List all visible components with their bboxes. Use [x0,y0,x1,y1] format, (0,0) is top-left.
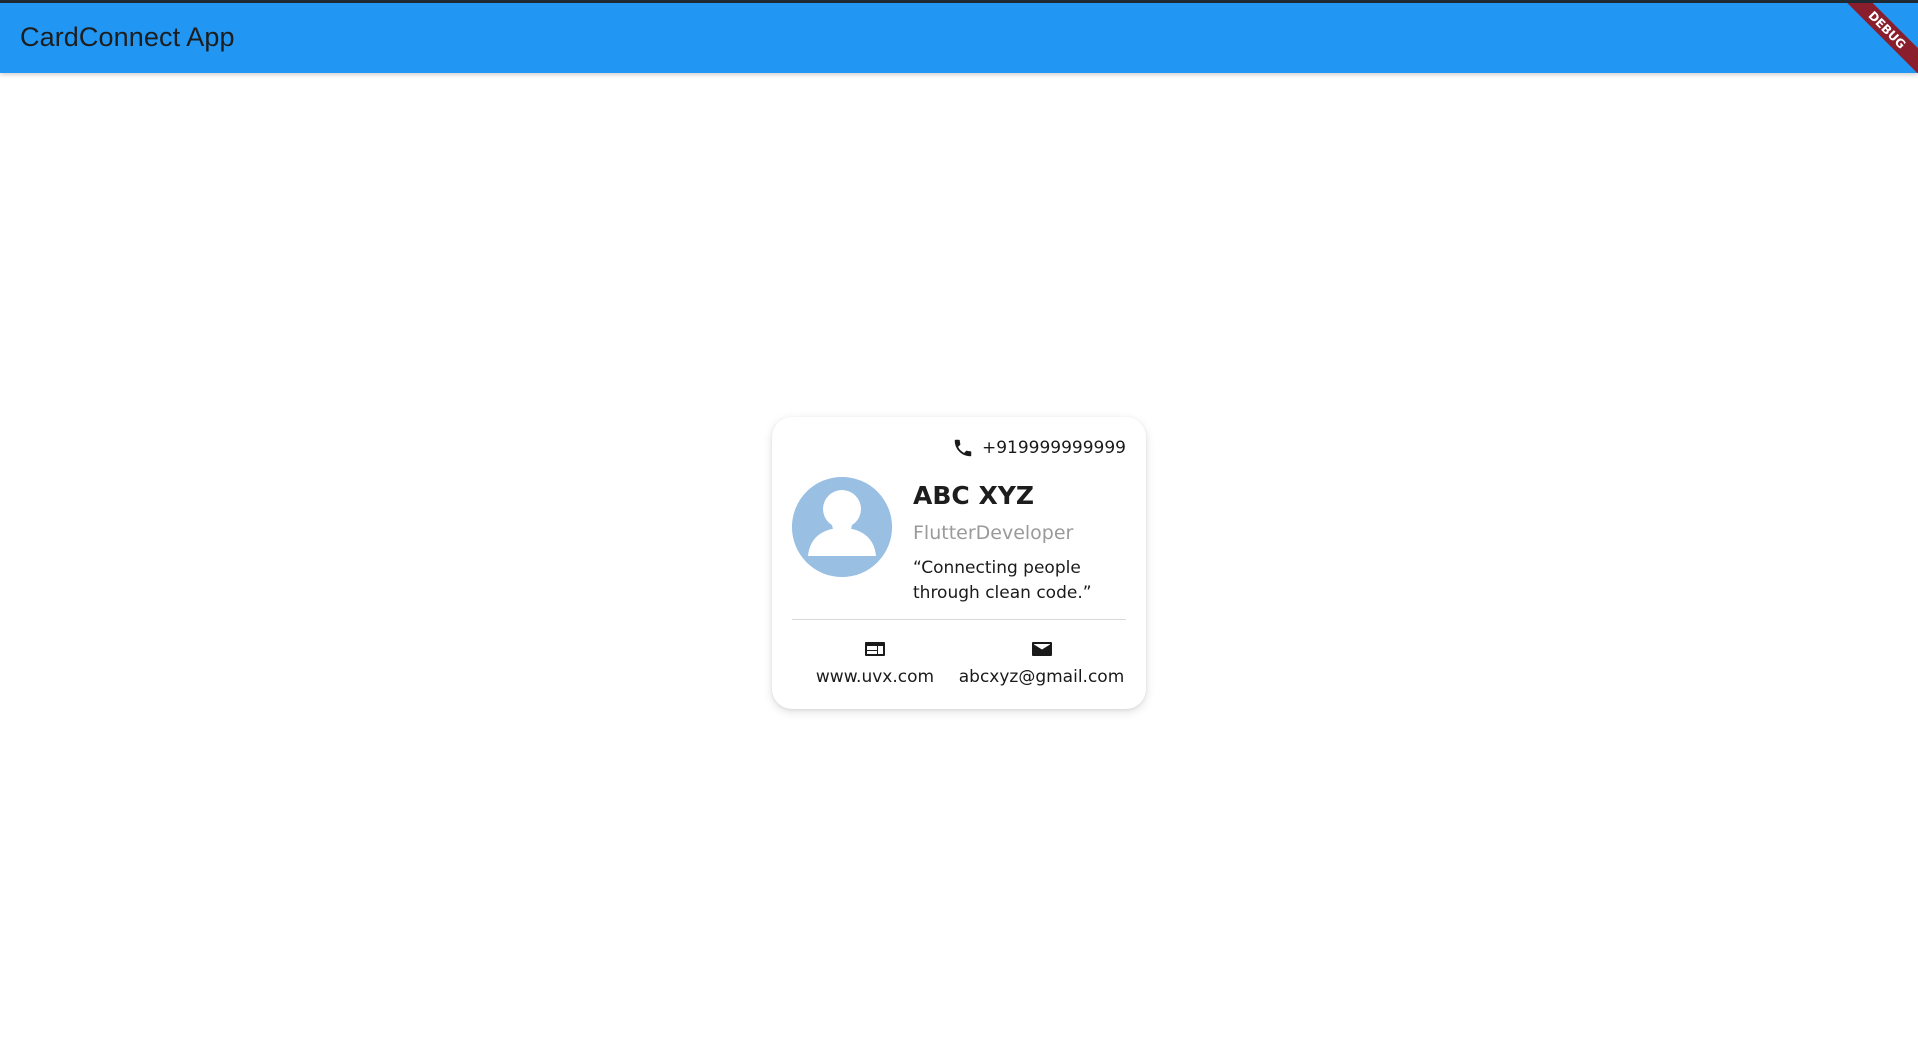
web-icon [865,642,885,656]
app-title: CardConnect App [20,22,235,52]
profile-role: FlutterDeveloper [913,522,1074,544]
avatar [792,477,892,577]
profile-name: ABC XYZ [913,481,1034,510]
profile-quote: “Connecting people through clean code.” [913,558,1092,603]
app-bar: CardConnect App DEBUG [0,3,1918,73]
email-link[interactable]: abcxyz@gmail.com [959,637,1124,687]
debug-banner: DEBUG [1818,3,1918,73]
phone-row[interactable]: +919999999999 [952,437,1126,459]
mail-icon [1031,642,1052,656]
card-divider [792,619,1126,620]
contact-card: +919999999999 ABC XYZ FlutterDeveloper “… [772,417,1146,709]
phone-number: +919999999999 [981,438,1126,458]
debug-ribbon-label: DEBUG [1834,3,1918,73]
person-avatar-icon [792,477,892,577]
email-text: abcxyz@gmail.com [958,667,1125,687]
website-text: www.uvx.com [815,667,935,687]
phone-icon [954,439,972,457]
website-link[interactable]: www.uvx.com [807,637,943,687]
